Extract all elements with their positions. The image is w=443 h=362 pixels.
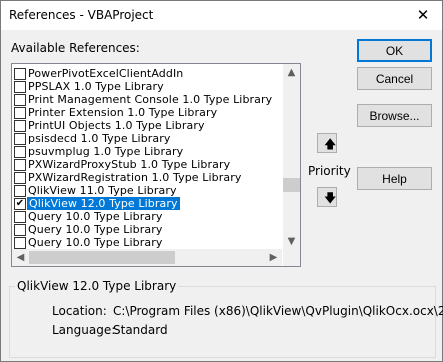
scrollbar-corner (283, 249, 300, 266)
reference-label: Print Management Console 1.0 Type Librar… (28, 93, 273, 106)
reference-checkbox[interactable] (14, 68, 26, 80)
reference-checkbox[interactable] (14, 172, 26, 184)
reference-checkbox[interactable]: ✔ (14, 198, 26, 210)
reference-label: PXWizardRegistration 1.0 Type Library (28, 171, 242, 184)
location-value: C:\Program Files (x86)\QlikView\QvPlugin… (113, 304, 443, 318)
reference-label: Query 10.0 Type Library (28, 223, 163, 236)
reference-label: PXWizardProxyStub 1.0 Type Library (28, 158, 231, 171)
vertical-scroll-thumb[interactable] (283, 178, 300, 192)
reference-checkbox[interactable] (14, 107, 26, 119)
ok-button[interactable]: OK (357, 39, 432, 62)
language-value: Standard (113, 323, 168, 337)
priority-down-button[interactable]: 🡇 (317, 187, 337, 207)
reference-label: PPSLAX 1.0 Type Library (28, 80, 164, 93)
reference-label: Printer Extension 1.0 Type Library (28, 106, 218, 119)
references-list[interactable]: PowerPivotExcelClientAddIn PPSLAX 1.0 Typ… (11, 63, 301, 267)
reference-label: PrintUI Objects 1.0 Type Library (28, 119, 205, 132)
language-label: Language: (52, 323, 116, 337)
reference-label: psisdecd 1.0 Type Library (28, 132, 171, 145)
arrow-up-icon: 🡅 (324, 137, 337, 151)
reference-label: psuvmplug 1.0 Type Library (28, 145, 184, 158)
reference-label: Query 10.0 Type Library (28, 210, 163, 223)
reference-label: Query 10.0 Type Library (28, 236, 163, 249)
reference-checkbox[interactable] (14, 159, 26, 171)
reference-checkbox[interactable] (14, 224, 26, 236)
scroll-up-icon[interactable]: ▲ (283, 64, 300, 81)
reference-label: QlikView 12.0 Type Library (27, 197, 180, 210)
reference-checkbox[interactable] (14, 94, 26, 106)
reference-checkbox[interactable] (14, 146, 26, 158)
available-references-label: Available References: (11, 41, 140, 55)
close-icon[interactable]: ✕ (404, 1, 442, 30)
horizontal-scroll-thumb[interactable] (29, 251, 175, 264)
reference-checkbox[interactable] (14, 81, 26, 93)
help-button[interactable]: Help (357, 167, 432, 190)
cancel-button[interactable]: Cancel (357, 67, 432, 90)
reference-checkbox[interactable] (14, 120, 26, 132)
scroll-down-icon[interactable]: ▼ (283, 233, 300, 250)
reference-label: QlikView 11.0 Type Library (28, 184, 177, 197)
scroll-right-icon[interactable]: ▶ (265, 249, 282, 266)
reference-label: PowerPivotExcelClientAddIn (28, 67, 184, 80)
check-icon: ✔ (15, 198, 25, 209)
priority-label: Priority (308, 164, 351, 178)
location-label: Location: (52, 304, 107, 318)
scroll-left-icon[interactable]: ◀ (12, 249, 29, 266)
priority-up-button[interactable]: 🡅 (317, 133, 337, 153)
reference-checkbox[interactable] (14, 133, 26, 145)
horizontal-scrollbar[interactable]: ◀ ▶ (12, 249, 282, 266)
window-title: References - VBAProject (9, 8, 154, 22)
reference-details-title: QlikView 12.0 Type Library (15, 279, 179, 293)
reference-details-group (9, 286, 436, 358)
reference-checkbox[interactable] (14, 211, 26, 223)
vertical-scrollbar[interactable]: ▲ ▼ (283, 64, 300, 250)
title-bar: References - VBAProject ✕ (1, 1, 442, 30)
references-dialog: References - VBAProject ✕ Available Refe… (0, 0, 443, 362)
arrow-down-icon: 🡇 (324, 191, 337, 205)
reference-checkbox[interactable] (14, 185, 26, 197)
browse-button[interactable]: Browse... (357, 104, 432, 127)
reference-checkbox[interactable] (14, 237, 26, 249)
